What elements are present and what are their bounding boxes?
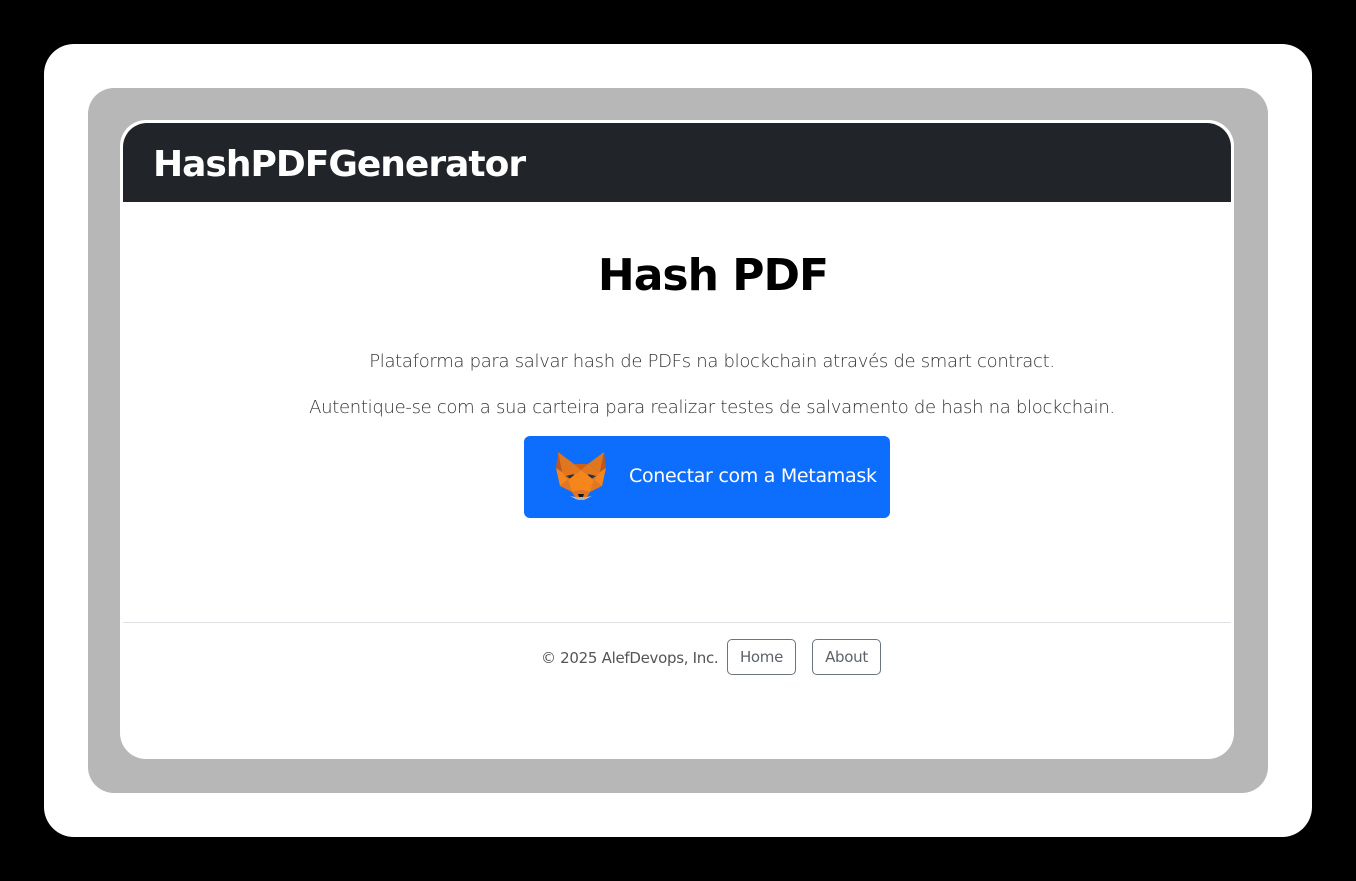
copyright-text: © 2025 AlefDevops, Inc. (541, 649, 719, 667)
metamask-fox-icon (554, 450, 608, 502)
description-text: Plataforma para salvar hash de PDFs na b… (369, 351, 1055, 372)
page-title: Hash PDF (597, 250, 829, 301)
navbar: HashPDFGenerator (123, 123, 1231, 202)
footer-home-link[interactable]: Home (727, 639, 796, 675)
footer-about-link[interactable]: About (812, 639, 881, 675)
screenshot-gray-frame: HashPDFGenerator Hash PDF Plataforma par… (88, 88, 1268, 793)
connect-button-label: Conectar com a Metamask (629, 465, 877, 487)
app-window: HashPDFGenerator Hash PDF Plataforma par… (120, 120, 1234, 759)
footer: © 2025 AlefDevops, Inc. Home About (123, 623, 1231, 703)
auth-instruction-text: Autentique-se com a sua carteira para re… (309, 397, 1115, 418)
navbar-brand[interactable]: HashPDFGenerator (153, 141, 526, 189)
main-content: Hash PDF Plataforma para salvar hash de … (123, 202, 1231, 544)
screenshot-outer-frame: HashPDFGenerator Hash PDF Plataforma par… (44, 44, 1312, 837)
connect-metamask-button[interactable]: Conectar com a Metamask (524, 436, 890, 518)
